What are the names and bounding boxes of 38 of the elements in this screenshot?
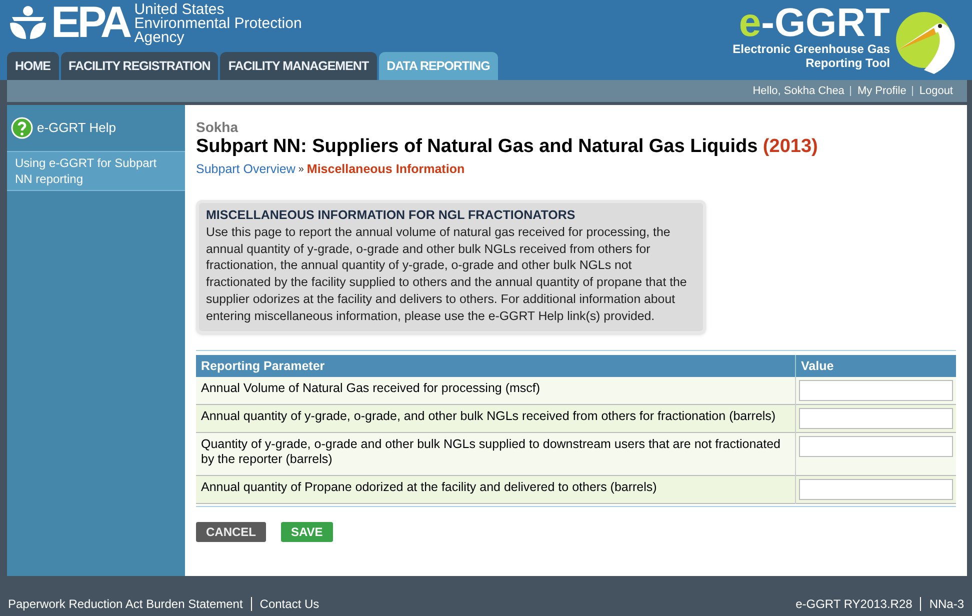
table-cell: Annual Volume of Natural Gas received for processing (mscf) [196, 377, 796, 405]
breadcrumb-current: Miscellaneous Information [306, 161, 465, 178]
save-button[interactable]: SAVE [281, 522, 333, 542]
agency-name-line: United States [134, 3, 224, 17]
agency-name-line: Environmental Protection [134, 17, 302, 31]
facility-name: Sokha [196, 119, 240, 135]
epa-logo-text: EPA [51, 3, 130, 43]
table-cell: Quantity of y-grade, o-grade and other bulk NGLs supplied to downstream users that are not fractionated by the reporter (barrels) [196, 432, 796, 476]
cancel-button[interactable]: CANCEL [196, 522, 266, 542]
help-icon [11, 117, 33, 139]
nav-tab[interactable]: FACILITY REGISTRATION [60, 52, 218, 80]
version-text: NNa-3 [929, 596, 964, 612]
info-text: Use this page to report the annual volume of natural gas received for processing, the annual quantity of y-grade, o-grade and other bulk NGLs received from others for fractionation, the annual quantity of y-grade, o-grade and other bulk NGLs not fractionated by the facility supplied to others and the annual quantity of propane that the supplier odorizes at the facility and delivers to others. For additional information about entering miscellaneous information, please use the e-GGRT Help link(s) provided. [206, 224, 688, 325]
product-logo-text: e-GGRT [738, 4, 890, 42]
value-input[interactable] [799, 479, 953, 500]
breadcrumb-link[interactable]: Subpart Overview [196, 160, 296, 179]
page-title: Subpart NN: Suppliers of Natural Gas and Natural Gas Liquids (2013) [196, 135, 819, 159]
version-text: e-GGRT RY2013.R28 [796, 596, 912, 612]
greeting-text: Hello, Sokha Chea [752, 84, 844, 99]
table-cell: Annual quantity of Propane odorized at the facility and delivered to others (barrels) [196, 476, 796, 504]
breadcrumb-separator: » [298, 162, 304, 177]
user-link[interactable]: Logout [919, 82, 953, 100]
column-header: Reporting Parameter [196, 354, 796, 378]
product-subtitle: Reporting Tool [806, 56, 890, 70]
table-cell: Annual quantity of y-grade, o-grade, and other bulk NGLs received from others for fractionation (barrels) [196, 404, 796, 433]
product-subtitle: Electronic Greenhouse Gas [732, 42, 890, 56]
footer-link[interactable]: Contact Us [260, 594, 320, 612]
agency-name-line: Agency [134, 31, 186, 45]
help-title: e-GGRT Help [37, 119, 116, 138]
value-input[interactable] [799, 436, 953, 458]
epa-flower-logo-icon [8, 3, 48, 41]
footer-link[interactable]: Paperwork Reduction Act Burden Statement [8, 594, 243, 612]
value-input[interactable] [799, 408, 953, 430]
user-link[interactable]: My Profile [857, 82, 906, 100]
info-title: MISCELLANEOUS INFORMATION FOR NGL FRACTIONATORS [206, 206, 576, 223]
value-input[interactable] [799, 380, 953, 402]
nav-tab[interactable]: FACILITY MANAGEMENT [220, 52, 377, 80]
nav-tab[interactable]: HOME [7, 52, 58, 80]
